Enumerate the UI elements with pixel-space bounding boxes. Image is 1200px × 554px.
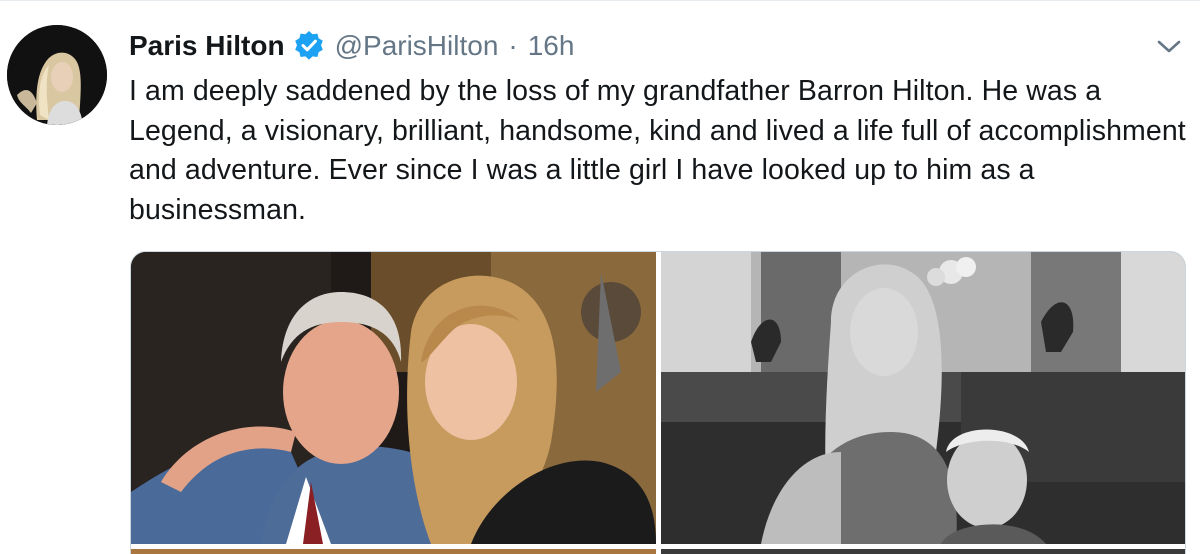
photo-4[interactable] bbox=[661, 549, 1185, 554]
profile-photo bbox=[7, 25, 107, 125]
handle[interactable]: @ParisHilton bbox=[335, 30, 499, 62]
tweet-header: Paris Hilton @ParisHilton · 16h bbox=[129, 26, 574, 66]
media-grid bbox=[130, 251, 1186, 554]
separator-dot: · bbox=[508, 30, 518, 61]
timestamp[interactable]: 16h bbox=[528, 30, 575, 62]
verified-badge-icon bbox=[293, 30, 325, 62]
tweet-text: I am deeply saddened by the loss of my g… bbox=[129, 75, 1186, 226]
tweet[interactable]: Paris Hilton @ParisHilton · 16h I am dee… bbox=[0, 0, 1200, 554]
photo-2[interactable] bbox=[661, 252, 1185, 544]
chevron-down-icon[interactable] bbox=[1152, 33, 1186, 59]
display-name[interactable]: Paris Hilton bbox=[129, 30, 285, 62]
divider bbox=[0, 0, 1200, 1]
avatar[interactable] bbox=[7, 25, 107, 125]
photo-3[interactable] bbox=[131, 549, 656, 554]
photo-1[interactable] bbox=[131, 252, 656, 544]
